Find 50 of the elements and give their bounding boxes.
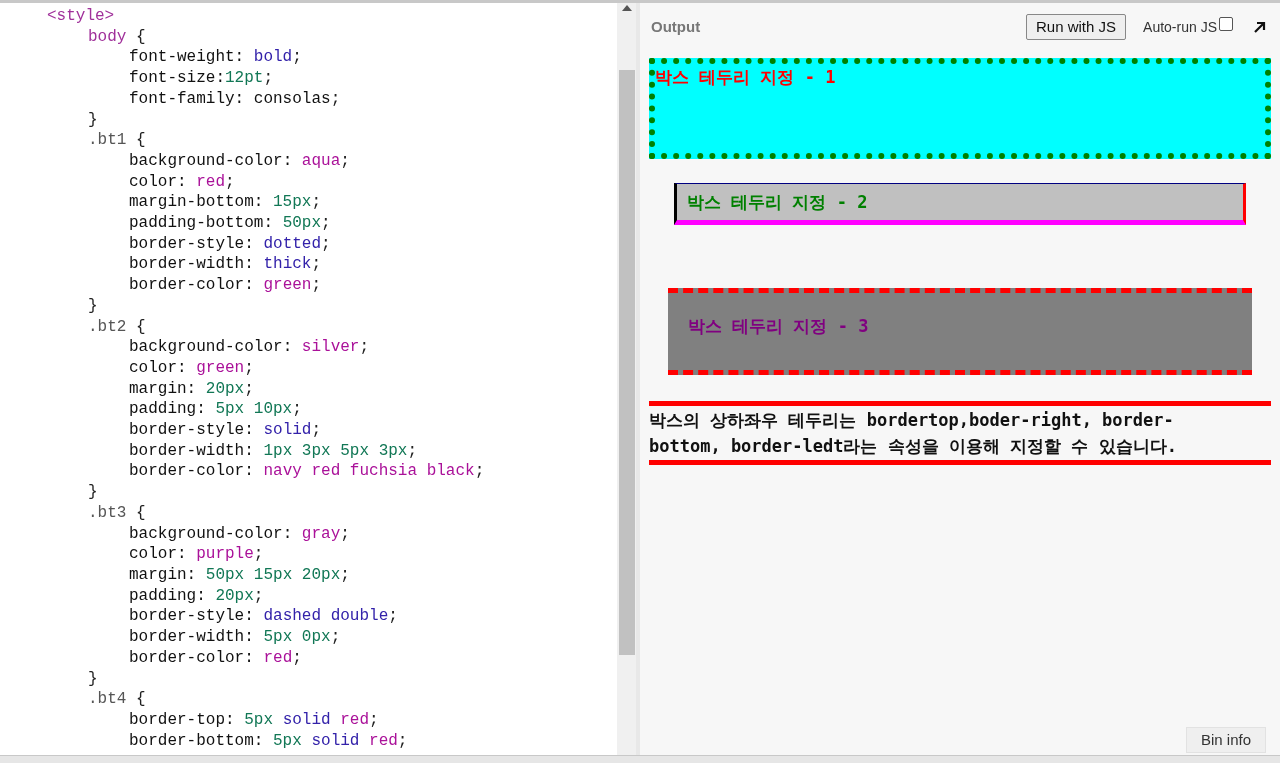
- autorun-checkbox[interactable]: [1219, 17, 1233, 31]
- box-text: 박스의 상하좌우 테두리는 bordertop,boder-right, border-bottom, border-ledt라는 속성을 이용해 지정할 수 있습니다.: [649, 409, 1178, 458]
- expand-icon[interactable]: [1253, 20, 1266, 34]
- code-line: font-size:12pt;: [128, 68, 275, 89]
- code-line: color: purple;: [128, 544, 265, 565]
- code-line: border-style: dashed double;: [128, 606, 399, 628]
- code-line: margin: 20px;: [128, 378, 255, 400]
- code-line: border-bottom: 5px solid red;: [128, 730, 409, 752]
- code-line: .bt2 {: [87, 316, 147, 338]
- run-button[interactable]: Run with JS: [1026, 14, 1127, 40]
- code-line: }: [87, 482, 99, 503]
- code-line: border-color: red;: [128, 647, 303, 669]
- code-line: color: green;: [128, 357, 255, 379]
- code-line: }: [87, 109, 99, 131]
- bin-info-button[interactable]: Bin info: [1185, 727, 1266, 753]
- code-line: }: [87, 668, 99, 690]
- code-line: background-color: silver;: [128, 337, 371, 358]
- code-line: background-color: gray;: [128, 523, 351, 545]
- code-line: padding-bottom: 50px;: [128, 213, 332, 234]
- code-line: .bt3 {: [87, 502, 147, 524]
- code-line: background-color: aqua;: [128, 150, 351, 172]
- scrollbar[interactable]: [617, 3, 636, 755]
- code-line: border-width: 1px 3px 5px 3px;: [128, 440, 419, 462]
- scrollbar-thumb[interactable]: [618, 70, 635, 655]
- box-text: 박스 테두리 지정 - 3: [688, 315, 870, 338]
- code-line: color: red;: [128, 171, 236, 193]
- box-text: 박스 테두리 지정 - 2: [687, 191, 869, 214]
- code-line: body {: [87, 26, 147, 48]
- horizontal-scrollbar[interactable]: [0, 755, 1280, 763]
- code-line: font-family: consolas;: [128, 88, 342, 110]
- code-line: border-color: navy red fuchsia black;: [128, 461, 486, 483]
- scroll-up-icon[interactable]: [621, 5, 632, 11]
- code-line: border-style: dotted;: [128, 233, 332, 255]
- code-line: margin-bottom: 15px;: [128, 192, 323, 214]
- code-line: padding: 5px 10px;: [128, 399, 303, 421]
- code-line: border-width: 5px 0px;: [128, 627, 342, 648]
- panel-title: Output: [651, 16, 701, 37]
- code-line: }: [87, 295, 99, 317]
- box-text: 박스 테두리 지정 - 1: [655, 66, 837, 89]
- autorun-label: Auto-run JS: [1143, 17, 1217, 37]
- code-line: font-weight: bold;: [128, 47, 303, 69]
- code-line: border-width: thick;: [128, 254, 323, 276]
- code-line: .bt1 {: [87, 130, 147, 151]
- code-line: border-style: solid;: [128, 420, 323, 441]
- code-line: margin: 50px 15px 20px;: [128, 565, 351, 586]
- code-line: <style>: [46, 6, 116, 27]
- code-line: .bt4 {: [87, 689, 147, 710]
- code-line: border-color: green;: [128, 275, 323, 296]
- code-line: padding: 20px;: [128, 585, 265, 607]
- code-line: border-top: 5px solid red;: [128, 709, 380, 731]
